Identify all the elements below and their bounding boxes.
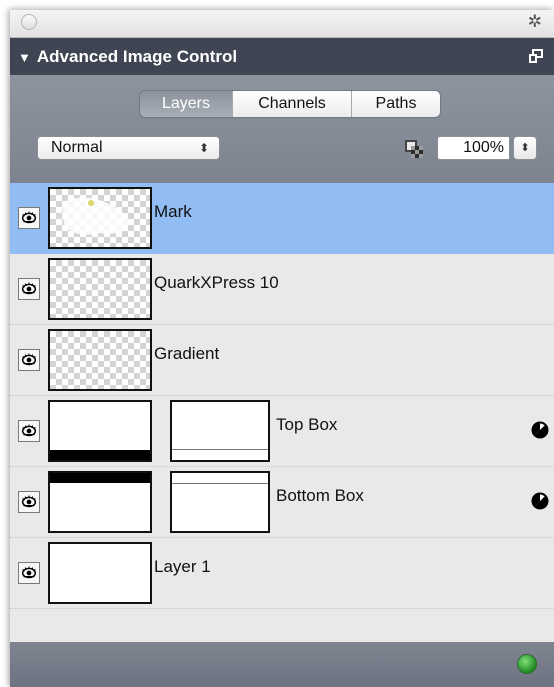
eye-icon[interactable]	[18, 420, 40, 442]
layer-row-top-box[interactable]: Top Box	[10, 396, 554, 467]
layer-row-layer-1[interactable]: Layer 1	[10, 538, 554, 609]
eye-icon[interactable]	[18, 562, 40, 584]
layer-row-quarkxpress-10[interactable]: QuarkXPress 10	[10, 254, 554, 325]
layer-thumbnail	[48, 471, 152, 533]
tab-paths[interactable]: Paths	[351, 91, 440, 117]
panel-title-bar[interactable]: ▼ Advanced Image Control	[10, 38, 554, 75]
opacity-field[interactable]: 100%	[437, 136, 510, 160]
opacity-stepper[interactable]: ⬍	[513, 136, 537, 160]
layer-name: Gradient	[154, 344, 220, 363]
layer-name: Mark	[154, 202, 192, 221]
blend-mode-icon	[531, 421, 549, 439]
layer-row-bottom-box[interactable]: Bottom Box	[10, 467, 554, 538]
layer-name: QuarkXPress 10	[154, 273, 279, 292]
panel-title-label: Advanced Image Control	[36, 47, 238, 66]
layer-name: Layer 1	[154, 557, 211, 576]
tab-channels[interactable]: Channels	[232, 91, 351, 117]
layer-row-mark[interactable]: Mark	[10, 183, 554, 254]
layer-thumbnail	[48, 258, 152, 320]
advanced-image-control-palette: ✲ ▼ Advanced Image Control Layers Channel…	[10, 10, 554, 687]
status-light-icon	[518, 655, 536, 673]
panel-title[interactable]: ▼ Advanced Image Control	[18, 38, 237, 75]
layer-row-gradient[interactable]: Gradient	[10, 325, 554, 396]
layer-name: Bottom Box	[276, 486, 364, 505]
select-arrows-icon: ⬍	[198, 141, 209, 155]
undock-icon[interactable]	[528, 48, 544, 64]
tab-bar: Layers Channels Paths	[140, 91, 440, 117]
layer-thumbnail	[48, 400, 152, 462]
layers-list: Mark QuarkXPress 10 Gradient Top Box Bot…	[10, 183, 554, 609]
eye-icon[interactable]	[18, 278, 40, 300]
gear-icon[interactable]: ✲	[528, 13, 542, 31]
eye-icon[interactable]	[18, 349, 40, 371]
layer-mask-thumbnail[interactable]	[170, 400, 270, 462]
mark-artwork	[62, 197, 130, 235]
tab-layers[interactable]: Layers	[140, 91, 232, 117]
layer-name: Top Box	[276, 415, 338, 434]
blend-mode-value: Normal	[51, 139, 103, 156]
layer-thumbnail	[48, 542, 152, 604]
layer-mask-thumbnail[interactable]	[170, 471, 270, 533]
eye-icon[interactable]	[18, 491, 40, 513]
disclosure-triangle-icon[interactable]: ▼	[18, 50, 31, 65]
opacity-icon	[405, 140, 423, 158]
eye-icon[interactable]	[18, 207, 40, 229]
layers-toolbar: Layers Channels Paths Normal ⬍ 100% ⬍	[10, 75, 554, 183]
palette-status-bar	[10, 642, 554, 687]
palette-top-bar: ✲	[10, 10, 554, 38]
blend-mode-icon	[531, 492, 549, 510]
layer-thumbnail	[48, 329, 152, 391]
blend-mode-select[interactable]: Normal ⬍	[37, 136, 220, 160]
close-palette-button[interactable]	[21, 14, 37, 30]
layer-thumbnail	[48, 187, 152, 249]
